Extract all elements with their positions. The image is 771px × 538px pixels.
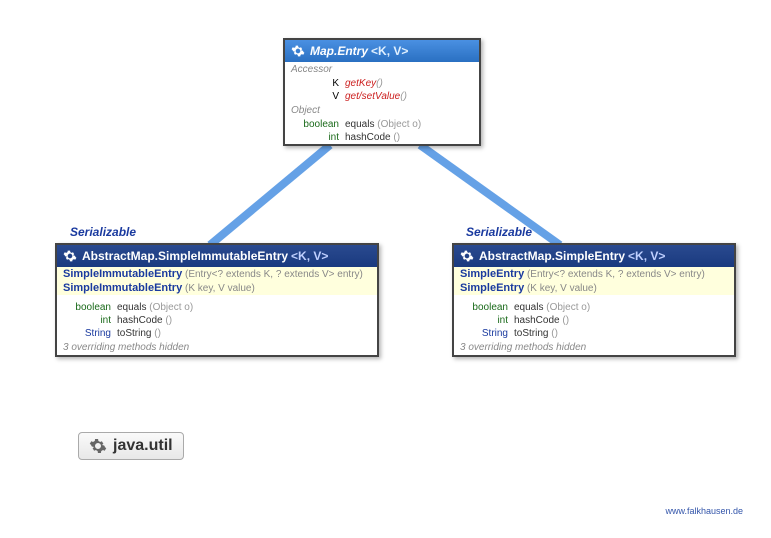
ctor-params: (K key, V value) bbox=[182, 283, 255, 294]
return-type: boolean bbox=[63, 302, 111, 313]
method-name: equals (Object o) bbox=[345, 119, 421, 130]
member-row: String toString () bbox=[454, 327, 734, 340]
package-name: java.util bbox=[113, 437, 173, 455]
method-name: equals (Object o) bbox=[117, 302, 193, 313]
class-header: AbstractMap.SimpleImmutableEntry <K, V> bbox=[57, 245, 377, 267]
class-type-params: <K, V> bbox=[291, 249, 328, 263]
return-type: int bbox=[460, 315, 508, 326]
member-row: boolean equals (Object o) bbox=[285, 118, 479, 131]
return-type: String bbox=[63, 328, 111, 339]
return-type: boolean bbox=[460, 302, 508, 313]
ctor-name: SimpleEntry bbox=[460, 282, 524, 294]
ctor-row: SimpleImmutableEntry (K key, V value) bbox=[57, 281, 377, 295]
member-row: K getKey() bbox=[285, 77, 479, 90]
ctor-params: (Entry<? extends K, ? extends V> entry) bbox=[524, 269, 705, 280]
member-row: V get/setValue() bbox=[285, 90, 479, 103]
return-type: int bbox=[291, 132, 339, 143]
return-type: K bbox=[291, 78, 339, 89]
method-name: toString () bbox=[117, 328, 161, 339]
method-name: hashCode () bbox=[345, 132, 400, 143]
member-row: String toString () bbox=[57, 327, 377, 340]
ctor-params: (K key, V value) bbox=[524, 283, 597, 294]
method-name: hashCode () bbox=[514, 315, 569, 326]
member-row: boolean equals (Object o) bbox=[57, 301, 377, 314]
method-name: hashCode () bbox=[117, 315, 172, 326]
method-name: toString () bbox=[514, 328, 558, 339]
method-name: equals (Object o) bbox=[514, 302, 590, 313]
package-badge: java.util bbox=[78, 432, 184, 460]
class-name: AbstractMap.SimpleEntry bbox=[479, 249, 625, 263]
member-row: int hashCode () bbox=[454, 314, 734, 327]
class-type-params: <K, V> bbox=[628, 249, 665, 263]
return-type: String bbox=[460, 328, 508, 339]
hidden-methods-note: 3 overriding methods hidden bbox=[57, 340, 377, 355]
interface-map-entry: Map.Entry <K, V> Accessor K getKey() V g… bbox=[283, 38, 481, 146]
class-simple-immutable-entry: AbstractMap.SimpleImmutableEntry <K, V> … bbox=[55, 243, 379, 357]
class-name: AbstractMap.SimpleImmutableEntry bbox=[82, 249, 288, 263]
gear-icon bbox=[460, 249, 474, 263]
ctor-row: SimpleEntry (K key, V value) bbox=[454, 281, 734, 295]
gear-icon bbox=[291, 44, 305, 58]
member-row: int hashCode () bbox=[57, 314, 377, 327]
member-row: int hashCode () bbox=[285, 131, 479, 144]
class-header: AbstractMap.SimpleEntry <K, V> bbox=[454, 245, 734, 267]
interface-name: Map.Entry bbox=[310, 44, 368, 58]
section-label-accessor: Accessor bbox=[285, 62, 479, 77]
ctor-row: SimpleEntry (Entry<? extends K, ? extend… bbox=[454, 267, 734, 281]
method-name: getKey() bbox=[345, 78, 383, 89]
class-simple-entry: AbstractMap.SimpleEntry <K, V> SimpleEnt… bbox=[452, 243, 736, 357]
hidden-methods-note: 3 overriding methods hidden bbox=[454, 340, 734, 355]
footer-link[interactable]: www.falkhausen.de bbox=[665, 506, 743, 516]
ctor-params: (Entry<? extends K, ? extends V> entry) bbox=[182, 269, 363, 280]
ctor-row: SimpleImmutableEntry (Entry<? extends K,… bbox=[57, 267, 377, 281]
section-label-object: Object bbox=[285, 103, 479, 118]
gear-icon bbox=[89, 437, 107, 455]
ctor-name: SimpleEntry bbox=[460, 268, 524, 280]
ctor-name: SimpleImmutableEntry bbox=[63, 268, 182, 280]
return-type: int bbox=[63, 315, 111, 326]
return-type: V bbox=[291, 91, 339, 102]
return-type: boolean bbox=[291, 119, 339, 130]
ctor-name: SimpleImmutableEntry bbox=[63, 282, 182, 294]
stereotype-serializable-left: Serializable bbox=[70, 225, 136, 239]
interface-header: Map.Entry <K, V> bbox=[285, 40, 479, 62]
method-name: get/setValue() bbox=[345, 91, 407, 102]
stereotype-serializable-right: Serializable bbox=[466, 225, 532, 239]
member-row: boolean equals (Object o) bbox=[454, 301, 734, 314]
interface-type-params: <K, V> bbox=[371, 44, 408, 58]
gear-icon bbox=[63, 249, 77, 263]
